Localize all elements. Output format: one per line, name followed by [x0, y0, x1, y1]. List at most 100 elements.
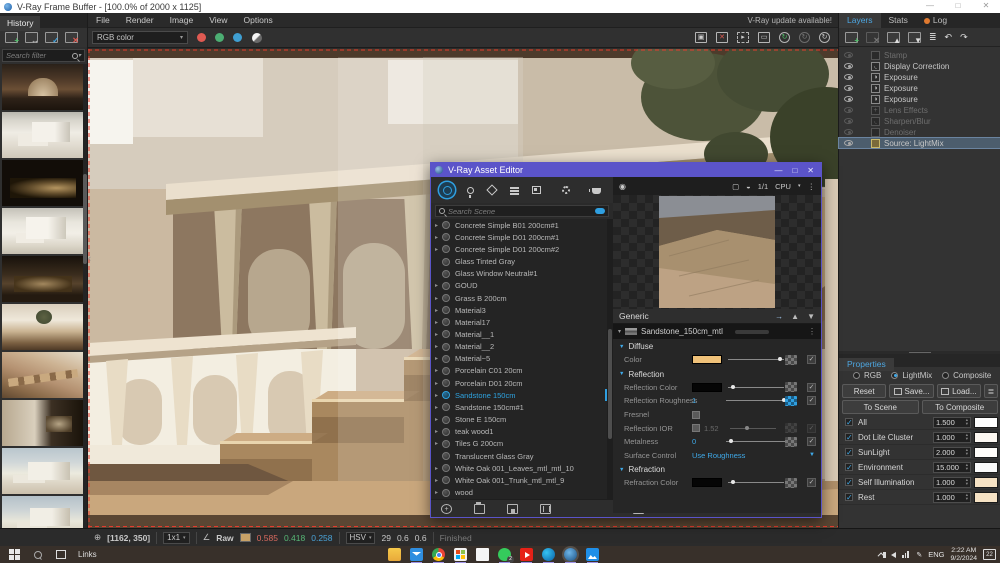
redo-icon[interactable]: ↷: [960, 32, 968, 43]
texture-slot-icon[interactable]: [785, 396, 797, 406]
enable-checkbox[interactable]: ✓: [807, 355, 816, 364]
compare-ab-icon[interactable]: ↔: [25, 32, 38, 43]
preview-ratio[interactable]: 1/1: [758, 182, 768, 191]
texture-slot-icon[interactable]: [785, 382, 797, 392]
geometry-icon[interactable]: [485, 183, 499, 197]
material-material17[interactable]: ▸Material17: [431, 316, 607, 328]
taskbar-app-mail[interactable]: [410, 548, 423, 561]
taskbar-app-vray[interactable]: [564, 548, 577, 561]
textures-icon[interactable]: [529, 183, 543, 197]
tab-history[interactable]: History: [0, 16, 40, 31]
taskbar-app-whatsapp[interactable]: 2: [498, 548, 511, 561]
hsv-select[interactable]: HSV▾: [346, 532, 376, 544]
texture-slot-icon[interactable]: [785, 355, 797, 365]
eye-icon[interactable]: [844, 107, 853, 113]
lightmix-value-input[interactable]: 1.500▴▾: [933, 417, 971, 428]
green-channel-dot[interactable]: [215, 33, 224, 42]
material-menu-icon[interactable]: ⋮: [808, 327, 816, 336]
material-material3[interactable]: ▸Material3: [431, 304, 607, 316]
layer-source-lightmix[interactable]: Source: LightMix: [839, 138, 1000, 148]
import-icon[interactable]: ▲: [791, 312, 799, 321]
lightmix-value-input[interactable]: 1.000▴▾: [933, 492, 971, 503]
eye-icon[interactable]: [844, 96, 853, 102]
save-image-icon[interactable]: ▣: [695, 32, 707, 43]
material-material-2[interactable]: ▸Material__2: [431, 341, 607, 353]
history-thumbnail-clay-exterior-day[interactable]: [2, 448, 84, 494]
material-translucent-glass-gray[interactable]: Translucent Glass Gray: [431, 450, 607, 462]
remove-history-icon[interactable]: ✕: [65, 32, 78, 43]
layer-exposure[interactable]: ◑Exposure: [839, 94, 1000, 104]
ae-maximize-button[interactable]: □: [792, 166, 797, 175]
task-view-icon[interactable]: [56, 550, 66, 559]
layer-exposure[interactable]: ◑Exposure: [839, 83, 1000, 93]
menu-options[interactable]: Options: [236, 15, 281, 25]
save-to-history-icon[interactable]: +: [5, 32, 18, 43]
export-icon[interactable]: ▼: [807, 312, 815, 321]
to-composite-button[interactable]: To Composite: [922, 400, 999, 414]
filter-toggle[interactable]: [595, 208, 605, 214]
eye-icon[interactable]: ◉: [619, 182, 626, 191]
set-a-icon[interactable]: ✓: [45, 32, 58, 43]
layer-display-correction[interactable]: ◟Display Correction: [839, 61, 1000, 71]
tray-language[interactable]: ENG: [928, 550, 944, 559]
lightmix-color-swatch[interactable]: [974, 492, 998, 503]
update-notice[interactable]: V-Ray update available!: [748, 16, 839, 25]
left-collapse-handle[interactable]: ‹: [88, 253, 91, 263]
pen-icon[interactable]: ✎: [916, 551, 922, 559]
asset-editor-titlebar[interactable]: V-Ray Asset Editor — □ ✕: [431, 163, 821, 177]
history-thumbnail-half-lit-interior[interactable]: [2, 400, 84, 446]
lightmix-color-swatch[interactable]: [974, 432, 998, 443]
layers-icon[interactable]: [507, 183, 521, 197]
layer-lens-effects[interactable]: +Lens Effects: [839, 105, 1000, 115]
preview-teapot-icon[interactable]: ◒: [746, 182, 751, 191]
section-diffuse[interactable]: ▼Diffuse: [613, 340, 821, 353]
red-channel-dot[interactable]: [197, 33, 206, 42]
enable-checkbox[interactable]: ✓: [807, 383, 816, 392]
material-name-row[interactable]: ▾ Sandstone_150cm_mtl ⋮: [613, 324, 821, 339]
render-icon[interactable]: ↻: [819, 32, 830, 43]
ior-checkbox[interactable]: [692, 424, 700, 432]
region-icon[interactable]: ▭: [758, 32, 770, 43]
lightmix-menu-icon[interactable]: ≣: [984, 384, 998, 398]
taskbar-app-chrome[interactable]: [432, 548, 445, 561]
checkbox[interactable]: ✓: [845, 493, 853, 501]
lightmix-value-input[interactable]: 15.000▴▾: [933, 462, 971, 473]
lightmix-color-swatch[interactable]: [974, 462, 998, 473]
preview-device[interactable]: CPU: [775, 182, 791, 191]
speaker-icon[interactable]: [891, 552, 896, 558]
history-thumbnail-clay-exterior-day-2[interactable]: [2, 496, 84, 528]
lights-icon[interactable]: [463, 183, 477, 197]
asset-search-input[interactable]: Search Scene: [435, 205, 609, 217]
material-wood[interactable]: ▸wood: [431, 486, 607, 498]
section-reflection[interactable]: ▼Reflection: [613, 368, 821, 381]
ae-minimize-button[interactable]: —: [774, 166, 782, 175]
section-refraction[interactable]: ▼Refraction: [613, 463, 821, 476]
maximize-button[interactable]: □: [944, 0, 972, 13]
minimize-button[interactable]: —: [916, 0, 944, 13]
render-last-icon[interactable]: ↻: [779, 32, 790, 43]
render-gray-icon[interactable]: ↻: [799, 32, 810, 43]
eye-icon[interactable]: [844, 129, 853, 135]
material-porcelain-d01-20cm[interactable]: ▸Porcelain D01 20cm: [431, 377, 607, 389]
material-concrete-simple-b01-200cm-1[interactable]: ▸Concrete Simple B01 200cm#1: [431, 219, 607, 231]
enable-checkbox[interactable]: ✓: [807, 396, 816, 405]
material-material-5[interactable]: ▸Material~5: [431, 353, 607, 365]
start-button[interactable]: [9, 549, 20, 560]
eye-icon[interactable]: [844, 52, 853, 58]
checkbox[interactable]: ✓: [845, 418, 853, 426]
menu-render[interactable]: Render: [118, 15, 162, 25]
menu-image[interactable]: Image: [162, 15, 202, 25]
to-scene-button[interactable]: To Scene: [842, 400, 919, 414]
fresnel-checkbox[interactable]: [692, 411, 700, 419]
tab-stats[interactable]: Stats: [881, 13, 916, 28]
checkbox[interactable]: ✓: [845, 478, 853, 486]
color-swatch[interactable]: [692, 478, 722, 487]
material-white-oak-001-leaves-mtl-mtl-10[interactable]: ▸White Oak 001_Leaves_mtl_mtl_10: [431, 462, 607, 474]
ae-close-button[interactable]: ✕: [807, 166, 814, 175]
texture-slot-icon[interactable]: [785, 437, 797, 447]
preview-window-icon[interactable]: ▢: [732, 182, 739, 191]
lightmix-color-swatch[interactable]: [974, 477, 998, 488]
delete-layer-icon[interactable]: ✕: [866, 32, 879, 43]
enable-checkbox[interactable]: ✓: [807, 424, 816, 433]
layer-exposure[interactable]: ◑Exposure: [839, 72, 1000, 82]
